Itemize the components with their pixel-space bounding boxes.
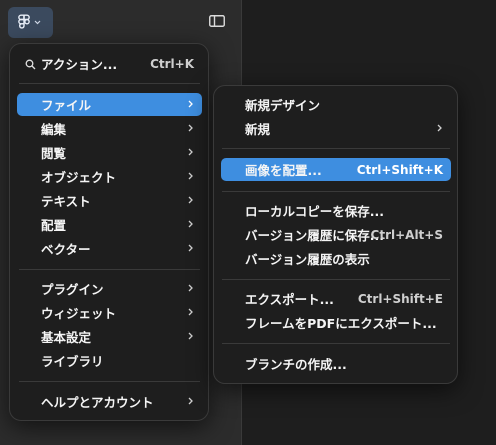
chevron-right-icon	[188, 196, 193, 204]
chevron-right-icon	[188, 308, 193, 316]
chevron-right-icon	[188, 332, 193, 340]
menu-item-plugins[interactable]: プラグイン	[17, 277, 202, 300]
menu-item-text[interactable]: テキスト	[17, 189, 202, 212]
sidebar-toggle-icon	[209, 14, 225, 30]
chevron-right-icon	[188, 172, 193, 180]
submenu-item-export[interactable]: エクスポート... Ctrl+Shift+E	[221, 287, 451, 310]
chevron-right-icon	[188, 244, 193, 252]
menu-divider	[222, 191, 450, 192]
menu-item-label: ライブラリ	[41, 354, 104, 369]
menu-item-label: ヘルプとアカウント	[41, 395, 154, 410]
menu-item-label: 基本設定	[41, 330, 92, 345]
submenu-item-show-version-history[interactable]: バージョン履歴の表示	[221, 247, 451, 270]
main-menu: アクション... Ctrl+K ファイル 編集 閲覧 オブジェクト テキスト 配…	[9, 43, 209, 421]
submenu-item-label: 新規デザイン	[245, 98, 321, 113]
menu-item-vector[interactable]: ベクター	[17, 237, 202, 260]
submenu-item-label: 画像を配置...	[245, 163, 322, 178]
menu-item-label: 配置	[41, 218, 67, 233]
menu-divider	[19, 83, 200, 84]
submenu-item-label: バージョン履歴に保存...	[245, 228, 384, 243]
chevron-right-icon	[188, 220, 193, 228]
menu-item-label: 閲覧	[41, 146, 67, 161]
menu-item-object[interactable]: オブジェクト	[17, 165, 202, 188]
chevron-right-icon	[188, 397, 193, 405]
submenu-item-create-branch[interactable]: ブランチの作成...	[221, 352, 451, 375]
submenu-item-label: ローカルコピーを保存...	[245, 204, 384, 219]
actions-search-item[interactable]: アクション... Ctrl+K	[17, 52, 202, 75]
search-icon	[25, 58, 36, 70]
chevron-right-icon	[188, 100, 193, 108]
file-submenu: 新規デザイン 新規 画像を配置... Ctrl+Shift+K ローカルコピーを…	[213, 85, 458, 384]
actions-shortcut: Ctrl+K	[150, 56, 194, 71]
menu-item-label: ベクター	[41, 242, 91, 257]
menu-item-arrange[interactable]: 配置	[17, 213, 202, 236]
submenu-item-new-design[interactable]: 新規デザイン	[221, 93, 451, 116]
menu-divider	[222, 279, 450, 280]
menu-item-libraries[interactable]: ライブラリ	[17, 349, 202, 372]
submenu-item-label: バージョン履歴の表示	[245, 252, 370, 267]
sidebar-toggle-button[interactable]	[206, 12, 228, 32]
chevron-right-icon	[188, 284, 193, 292]
actions-label: アクション...	[41, 57, 118, 72]
submenu-item-shortcut: Ctrl+Shift+K	[356, 162, 443, 177]
menu-item-label: テキスト	[41, 194, 91, 209]
menu-divider	[222, 148, 450, 149]
submenu-item-label: ブランチの作成...	[245, 357, 347, 372]
submenu-item-label: エクスポート...	[245, 292, 334, 307]
menu-item-view[interactable]: 閲覧	[17, 141, 202, 164]
chevron-right-icon	[188, 124, 193, 132]
chevron-right-icon	[188, 148, 193, 156]
menu-divider	[19, 381, 200, 382]
menu-item-label: 編集	[41, 122, 67, 137]
menu-item-file[interactable]: ファイル	[17, 93, 202, 116]
submenu-item-shortcut: Ctrl+Alt+S	[370, 227, 443, 242]
menu-item-label: オブジェクト	[41, 170, 117, 185]
submenu-item-export-frames-pdf[interactable]: フレームをPDFにエクスポート...	[221, 311, 451, 334]
submenu-item-save-to-version-history[interactable]: バージョン履歴に保存... Ctrl+Alt+S	[221, 223, 451, 246]
menu-divider	[19, 269, 200, 270]
menu-item-preferences[interactable]: 基本設定	[17, 325, 202, 348]
submenu-item-shortcut: Ctrl+Shift+E	[357, 291, 443, 306]
menu-item-widgets[interactable]: ウィジェット	[17, 301, 202, 324]
menu-item-label: プラグイン	[41, 282, 104, 297]
menu-item-help-account[interactable]: ヘルプとアカウント	[17, 390, 202, 413]
menu-item-edit[interactable]: 編集	[17, 117, 202, 140]
submenu-item-place-image[interactable]: 画像を配置... Ctrl+Shift+K	[221, 158, 451, 181]
menu-divider	[222, 343, 450, 344]
submenu-item-label: 新規	[245, 122, 271, 137]
submenu-item-save-local-copy[interactable]: ローカルコピーを保存...	[221, 199, 451, 222]
submenu-item-new[interactable]: 新規	[221, 117, 451, 140]
submenu-item-label: フレームをPDFにエクスポート...	[245, 316, 437, 331]
figma-logo-icon	[18, 14, 30, 31]
menu-item-label: ウィジェット	[41, 306, 117, 321]
menu-item-label: ファイル	[41, 98, 92, 113]
main-menu-button[interactable]	[8, 7, 53, 38]
chevron-right-icon	[437, 124, 442, 132]
chevron-down-icon	[34, 20, 41, 25]
